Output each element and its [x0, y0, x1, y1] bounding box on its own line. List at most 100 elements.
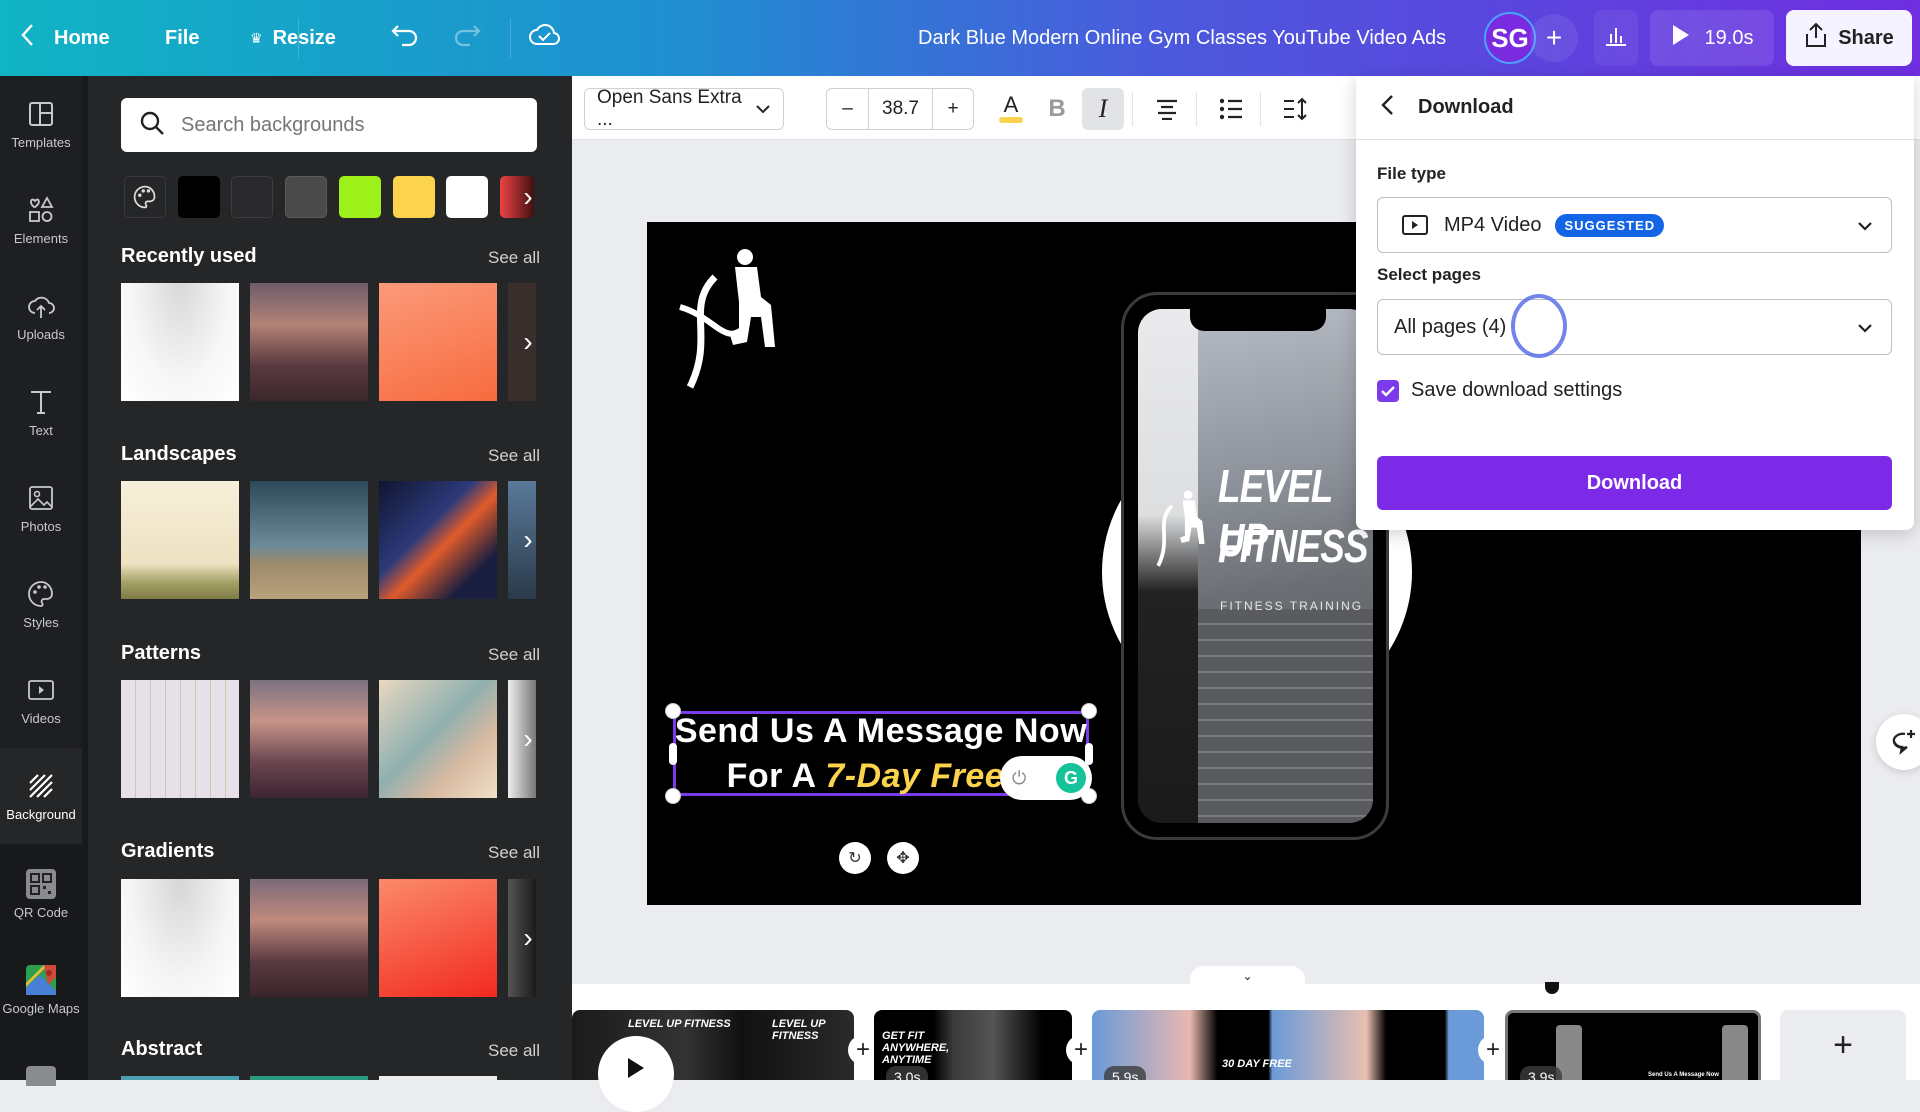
search-input[interactable] [181, 113, 521, 137]
move-button[interactable]: ✥ [887, 842, 919, 874]
decrease-font-size-button[interactable]: – [827, 89, 869, 129]
nav-templates[interactable]: Templates [0, 76, 82, 172]
chevron-right-icon[interactable]: › [518, 524, 538, 555]
home-button[interactable]: Home [20, 0, 110, 76]
insights-button[interactable] [1594, 10, 1638, 66]
save-settings-checkbox[interactable] [1377, 380, 1399, 402]
spacing-button[interactable] [1274, 88, 1316, 130]
background-thumbnail[interactable] [250, 879, 368, 997]
chevron-right-icon[interactable]: › [518, 181, 538, 212]
increase-font-size-button[interactable]: + [933, 89, 973, 129]
background-thumbnail[interactable] [379, 1076, 497, 1080]
color-swatch[interactable] [178, 176, 220, 218]
select-pages-dropdown[interactable]: All pages (4) [1377, 299, 1892, 355]
chevron-right-icon[interactable]: › [518, 326, 538, 357]
background-thumbnail[interactable] [379, 283, 497, 401]
background-thumbnail[interactable] [121, 1076, 239, 1080]
background-thumbnail[interactable] [250, 283, 368, 401]
see-all-link[interactable]: See all [488, 843, 540, 863]
color-picker-button[interactable] [124, 176, 166, 218]
timeline-clip-selected[interactable]: Send Us A Message Now 3.9s [1505, 1010, 1761, 1080]
phone-mockup[interactable]: LEVEL UP FITNESS FITNESS TRAINING [1121, 292, 1389, 840]
rotate-button[interactable]: ↻ [839, 842, 871, 874]
qr-code-icon [26, 868, 56, 899]
timeline-clip[interactable]: 30 DAY FREE 5.9s [1092, 1010, 1484, 1080]
color-swatch[interactable] [446, 176, 488, 218]
resize-handle[interactable] [665, 703, 681, 719]
nav-text[interactable]: Text [0, 364, 82, 460]
file-type-dropdown[interactable]: MP4 Video SUGGESTED [1377, 197, 1892, 253]
add-transition-button[interactable]: + [1478, 1035, 1508, 1065]
play-button[interactable]: 19.0s [1650, 10, 1774, 66]
nav-label: Background [6, 806, 76, 822]
save-status-button[interactable] [528, 0, 560, 76]
share-button[interactable]: Share [1786, 10, 1912, 66]
see-all-link[interactable]: See all [488, 446, 540, 466]
left-nav: Templates Elements Uploads Text Photos S… [0, 76, 88, 1086]
resize-handle[interactable] [1081, 703, 1097, 719]
google-drive-icon[interactable] [26, 1066, 56, 1086]
nav-photos[interactable]: Photos [0, 460, 82, 556]
background-thumbnail[interactable] [379, 680, 497, 798]
save-settings-label[interactable]: Save download settings [1411, 379, 1622, 402]
background-thumbnail[interactable] [250, 680, 368, 798]
side-handle[interactable] [1085, 743, 1093, 765]
background-thumbnail[interactable] [250, 1076, 368, 1080]
background-thumbnail[interactable] [121, 879, 239, 997]
file-menu[interactable]: File [165, 0, 199, 76]
timeline-play-button[interactable] [598, 1036, 674, 1112]
background-thumbnail[interactable] [379, 481, 497, 599]
color-swatch[interactable] [339, 176, 381, 218]
nav-elements[interactable]: Elements [0, 172, 82, 268]
add-collaborator-button[interactable]: + [1530, 14, 1578, 62]
timeline-clip[interactable]: GET FIT ANYWHERE, ANYTIME 3.0s [874, 1010, 1072, 1080]
bold-button[interactable]: B [1036, 88, 1078, 130]
color-swatch[interactable] [231, 176, 273, 218]
fitness-logo [679, 249, 775, 389]
nav-videos[interactable]: Videos [0, 652, 82, 748]
message-line-1[interactable]: Send Us A Message Now [673, 712, 1089, 751]
background-thumbnail[interactable] [121, 283, 239, 401]
resize-handle[interactable] [665, 788, 681, 804]
side-handle[interactable] [669, 743, 677, 765]
search-backgrounds[interactable] [121, 98, 537, 152]
background-thumbnail[interactable] [379, 879, 497, 997]
italic-button[interactable]: I [1082, 88, 1124, 130]
document-title[interactable]: Dark Blue Modern Online Gym Classes YouT… [918, 0, 1446, 76]
chevron-right-icon[interactable]: › [518, 922, 538, 953]
color-swatch[interactable] [393, 176, 435, 218]
add-collaborator-icon: + [1545, 22, 1563, 53]
video-icon [28, 679, 54, 700]
add-page-button[interactable]: + [1780, 1010, 1906, 1080]
download-button[interactable]: Download [1377, 456, 1892, 510]
see-all-link[interactable]: See all [488, 645, 540, 665]
video-file-icon [1402, 215, 1428, 235]
clip-title: LEVEL UP FITNESS [628, 1018, 731, 1030]
list-button[interactable] [1210, 88, 1252, 130]
nav-background[interactable]: Background [0, 748, 82, 844]
redo-button[interactable] [452, 0, 482, 76]
font-size-input[interactable]: 38.7 [869, 89, 933, 129]
nav-qr-code[interactable]: QR Code [0, 846, 82, 942]
nav-styles[interactable]: Styles [0, 556, 82, 652]
back-button[interactable] [1380, 92, 1394, 123]
background-thumbnail[interactable] [121, 680, 239, 798]
see-all-link[interactable]: See all [488, 1041, 540, 1061]
font-selector[interactable]: Open Sans Extra ... [584, 87, 784, 130]
undo-button[interactable] [390, 0, 420, 76]
nav-uploads[interactable]: Uploads [0, 268, 82, 364]
chevron-right-icon[interactable]: › [518, 723, 538, 754]
nav-google-maps[interactable]: Google Maps [0, 942, 82, 1038]
avatar[interactable]: SG [1484, 12, 1536, 64]
resize-button[interactable]: ♛ Resize [250, 0, 336, 76]
align-button[interactable] [1146, 88, 1188, 130]
background-thumbnail[interactable] [121, 481, 239, 599]
see-all-link[interactable]: See all [488, 248, 540, 268]
nav-label: Templates [11, 134, 71, 150]
text-color-button[interactable]: A [990, 88, 1032, 130]
grammarly-widget[interactable]: ⏻ G [1000, 756, 1092, 800]
timeline-toggle[interactable]: ⌄ [1190, 966, 1305, 986]
file-type-value: MP4 Video [1444, 213, 1542, 236]
color-swatch[interactable] [285, 176, 327, 218]
background-thumbnail[interactable] [250, 481, 368, 599]
